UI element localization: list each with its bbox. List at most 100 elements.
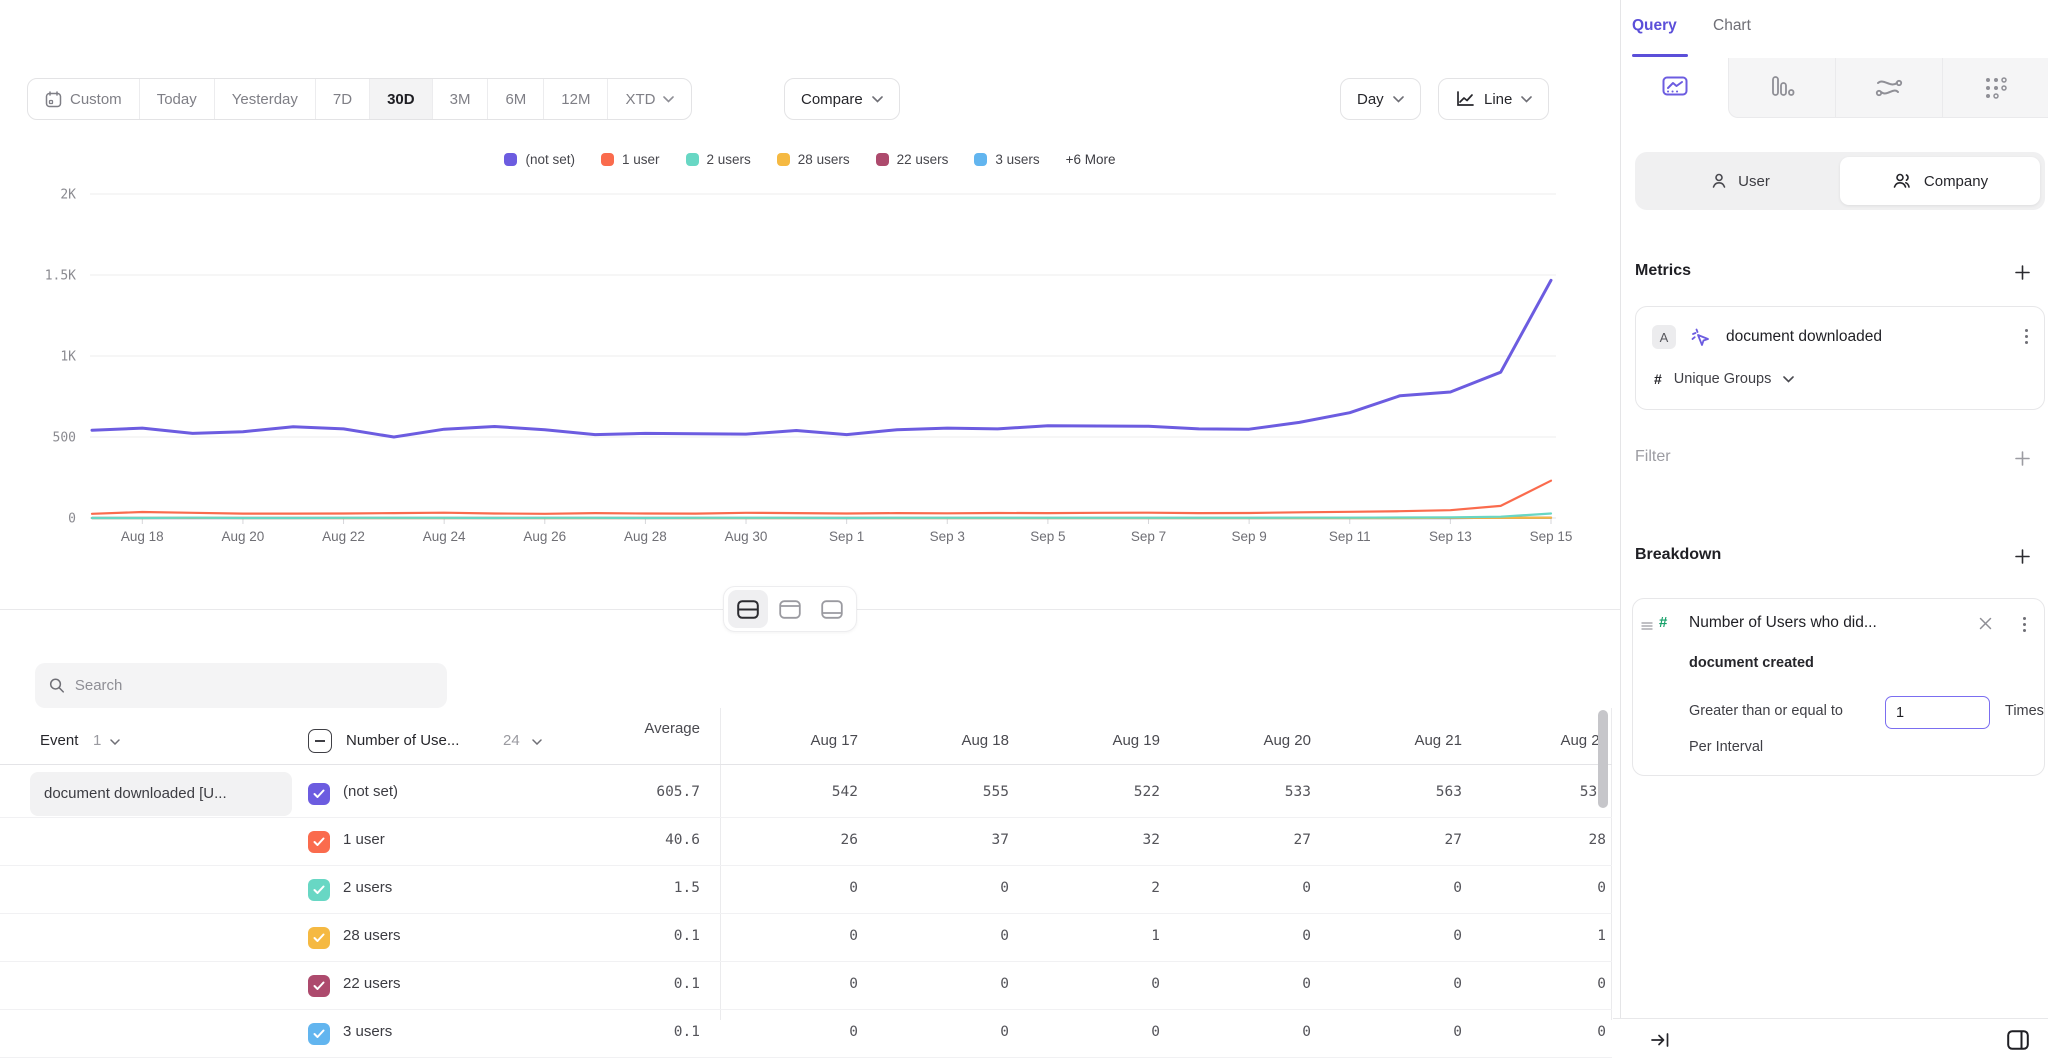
series-column-header[interactable]: Number of Use...	[346, 732, 459, 749]
date-column-header[interactable]: Aug 22	[1488, 732, 1608, 749]
range-xtd-button[interactable]: XTD	[608, 79, 691, 119]
event-column-header[interactable]: Event	[40, 732, 78, 749]
add-breakdown-button[interactable]	[2010, 544, 2034, 568]
range-12m-button[interactable]: 12M	[544, 79, 608, 119]
average-value: 0.1	[580, 1024, 700, 1040]
row-checkbox[interactable]	[308, 1023, 330, 1045]
chevron-down-icon	[1393, 96, 1404, 103]
side-panel-icon[interactable]	[2007, 1030, 2029, 1050]
date-column-header[interactable]: Aug 19	[1040, 732, 1160, 749]
legend-item[interactable]: 3 users	[974, 152, 1039, 167]
calendar-icon	[45, 91, 62, 108]
row-checkbox[interactable]	[308, 927, 330, 949]
cell-value: 0	[1191, 1024, 1311, 1040]
close-icon[interactable]	[1979, 617, 1992, 630]
row-checkbox[interactable]	[308, 831, 330, 853]
flow-chart-tab[interactable]	[1835, 58, 1942, 118]
legend-more-button[interactable]: +6 More	[1066, 152, 1116, 167]
scope-user-option[interactable]: User	[1640, 157, 1840, 205]
per-interval-label[interactable]: Per Interval	[1689, 739, 1763, 755]
chevron-down-icon[interactable]	[532, 739, 542, 745]
range-30d-button[interactable]: 30D	[370, 79, 433, 119]
date-column-header[interactable]: Aug 21	[1342, 732, 1462, 749]
collapse-panel-icon[interactable]	[1651, 1032, 1669, 1048]
company-icon	[1892, 172, 1914, 190]
x-axis-label: Sep 11	[1329, 529, 1371, 544]
legend-item[interactable]: 1 user	[601, 152, 660, 167]
breakdown-property-name[interactable]: Number of Users who did...	[1689, 614, 1877, 632]
cell-value: 0	[1342, 880, 1462, 896]
range-7d-button[interactable]: 7D	[316, 79, 370, 119]
metric-menu-button[interactable]	[2021, 325, 2032, 348]
series-line-(not set)	[92, 280, 1551, 437]
legend-label: 3 users	[995, 152, 1039, 167]
cell-value: 0	[1191, 880, 1311, 896]
date-column-header[interactable]: Aug 20	[1191, 732, 1311, 749]
breakdown-condition-label[interactable]: Greater than or equal to	[1689, 703, 1843, 719]
layout-split-button[interactable]	[728, 590, 768, 628]
date-column-header[interactable]: Aug 18	[889, 732, 1009, 749]
average-value: 1.5	[580, 880, 700, 896]
bar-chart-tab[interactable]	[1728, 58, 1835, 118]
row-checkbox[interactable]	[308, 879, 330, 901]
search-input[interactable]	[75, 677, 433, 694]
cell-value: 563	[1342, 784, 1462, 800]
drag-handle-icon[interactable]	[1641, 621, 1653, 631]
segmentation-chart-tab[interactable]	[1621, 58, 1728, 118]
select-all-checkbox[interactable]	[308, 729, 332, 753]
average-column-header[interactable]: Average	[580, 720, 700, 737]
chart-legend: (not set) 1 user 2 users 28 users 22 users 3 …	[20, 152, 1600, 167]
grid-chart-tab[interactable]	[1942, 58, 2048, 118]
range-6m-button[interactable]: 6M	[488, 79, 544, 119]
metrics-heading: Metrics	[1635, 262, 1691, 280]
tab-chart[interactable]: Chart	[1713, 17, 1751, 35]
legend-item[interactable]: (not set)	[504, 152, 575, 167]
date-column-header[interactable]: Aug 17	[738, 732, 858, 749]
table-row: 28 users0.1001001	[0, 914, 1612, 962]
event-count: 1	[93, 732, 101, 749]
metric-card[interactable]: A document downloaded # Unique Groups	[1635, 306, 2045, 410]
legend-item[interactable]: 22 users	[876, 152, 949, 167]
vertical-scrollbar[interactable]	[1598, 710, 1608, 808]
x-axis-label: Sep 7	[1131, 529, 1166, 544]
add-metric-button[interactable]	[2010, 260, 2034, 284]
tab-query[interactable]: Query	[1632, 17, 1677, 35]
range-custom-button[interactable]: Custom	[28, 79, 140, 119]
metric-aggregation[interactable]: # Unique Groups	[1654, 371, 1794, 387]
event-row-cell[interactable]: document downloaded [U...	[30, 772, 292, 816]
x-axis-label: Aug 26	[523, 529, 566, 544]
range-yesterday-button[interactable]: Yesterday	[215, 79, 316, 119]
layout-chart-only-button[interactable]	[770, 590, 810, 628]
layout-table-only-button[interactable]	[812, 590, 852, 628]
chevron-down-icon[interactable]	[110, 739, 120, 745]
granularity-button[interactable]: Day	[1340, 78, 1421, 120]
scope-company-option[interactable]: Company	[1840, 157, 2040, 205]
metric-event-name[interactable]: document downloaded	[1726, 328, 1882, 346]
cell-value: 1	[1486, 928, 1606, 944]
range-today-button[interactable]: Today	[140, 79, 215, 119]
filter-heading: Filter	[1635, 448, 1671, 466]
legend-item[interactable]: 2 users	[686, 152, 751, 167]
x-axis-label: Sep 15	[1530, 529, 1573, 544]
series-line-2 users	[92, 514, 1551, 519]
plus-icon	[2015, 451, 2030, 466]
compare-button[interactable]: Compare	[784, 78, 900, 120]
legend-swatch	[974, 153, 987, 166]
range-3m-button[interactable]: 3M	[433, 79, 489, 119]
average-value: 40.6	[580, 832, 700, 848]
breakdown-menu-button[interactable]	[2019, 613, 2030, 636]
chart-type-button[interactable]: Line	[1438, 78, 1549, 120]
add-filter-button[interactable]	[2010, 446, 2034, 470]
check-icon	[313, 981, 325, 991]
breakdown-card[interactable]: # Number of Users who did... document cr…	[1632, 598, 2045, 776]
times-input[interactable]	[1885, 696, 1990, 729]
row-checkbox[interactable]	[308, 975, 330, 997]
row-checkbox[interactable]	[308, 783, 330, 805]
bottom-layout-icon	[821, 600, 843, 619]
series-line-1 user	[92, 481, 1551, 514]
chevron-down-icon	[1783, 376, 1794, 383]
plus-icon	[2015, 549, 2030, 564]
legend-item[interactable]: 28 users	[777, 152, 850, 167]
series-count: 24	[503, 732, 520, 749]
cell-value: 533	[1191, 784, 1311, 800]
